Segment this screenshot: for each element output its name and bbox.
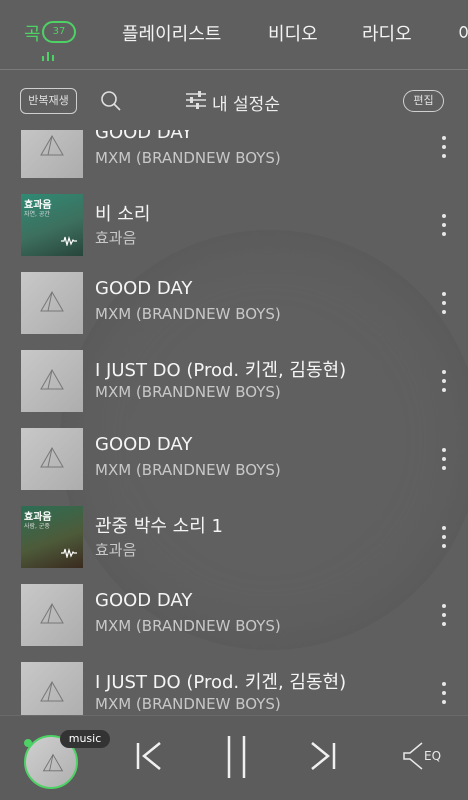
album-art [21,584,83,646]
pyramid-logo-icon [40,447,64,468]
song-artist: MXM (BRANDNEW BOYS) [95,461,281,479]
tab-radio[interactable]: 라디오 [362,20,412,46]
pyramid-logo-icon [40,369,64,390]
song-row[interactable]: GOOD DAY MXM (BRANDNEW BOYS) [0,428,468,506]
song-title: GOOD DAY [95,278,193,299]
album-art [21,272,83,334]
song-artist: 효과음 [95,541,137,559]
song-title: 관중 박수 소리 1 [95,516,223,537]
speaker-icon [403,742,423,770]
song-row[interactable]: GOOD DAY MXM (BRANDNEW BOYS) [0,272,468,350]
more-options-icon[interactable] [440,214,448,236]
pyramid-logo-icon [40,681,64,702]
song-artist: MXM (BRANDNEW BOYS) [95,617,281,635]
album-art [21,350,83,412]
art-subtitle: 자연, 공간 [24,211,50,218]
song-artist: MXM (BRANDNEW BOYS) [95,305,281,323]
more-options-icon[interactable] [440,448,448,470]
pyramid-logo-icon [40,135,64,156]
song-artist: MXM (BRANDNEW BOYS) [95,383,281,401]
tab-song-label: 곡 [24,24,41,45]
more-options-icon[interactable] [440,292,448,314]
pause-button[interactable] [222,736,252,778]
repeat-button[interactable]: 반복재생 [20,88,77,114]
song-row[interactable]: GOOD DAY MXM (BRANDNEW BOYS) [0,584,468,662]
top-tab-bar: 곡 37 플레이리스트 비디오 라디오 이 [0,0,468,70]
playing-dot [24,739,32,747]
sort-order-label[interactable]: 내 설정순 [212,90,280,115]
edit-label: 편집 [413,94,434,107]
pyramid-logo-icon [40,291,64,312]
more-options-icon[interactable] [440,682,448,704]
song-row[interactable]: GOOD DAY MXM (BRANDNEW BOYS) [0,130,468,194]
waveform-icon [61,548,77,558]
equalizer-button[interactable]: EQ [402,741,448,771]
tab-overflow[interactable]: 이 [458,20,468,46]
song-row[interactable]: I JUST DO (Prod. 키겐, 김동현) MXM (BRANDNEW B… [0,350,468,428]
eq-label: EQ [424,749,442,763]
edit-button[interactable]: 편집 [403,90,444,112]
mini-player: music EQ [0,715,468,800]
repeat-label: 반복재생 [28,94,69,107]
album-art: 효과음 사람, 군중 [21,506,83,568]
album-art [21,130,83,178]
song-title: GOOD DAY [95,590,193,611]
tab-song[interactable]: 곡 37 [24,20,76,61]
song-list[interactable]: GOOD DAY MXM (BRANDNEW BOYS) 효과음 자연, 공간 비 소리… [0,130,468,715]
song-title: I JUST DO (Prod. 키겐, 김동현) [95,672,347,693]
playing-indicator-icon [42,52,56,61]
song-title: GOOD DAY [95,434,193,455]
previous-track-button[interactable] [134,741,164,771]
song-title: 비 소리 [95,204,151,225]
more-options-icon[interactable] [440,136,448,158]
song-title: I JUST DO (Prod. 키겐, 김동현) [95,360,347,381]
song-row[interactable]: I JUST DO (Prod. 키겐, 김동현) MXM (BRANDNEW B… [0,662,468,715]
tab-video[interactable]: 비디오 [268,20,318,46]
search-icon[interactable] [100,90,122,112]
song-row[interactable]: 효과음 자연, 공간 비 소리효과음 [0,194,468,272]
album-art [21,428,83,490]
song-row[interactable]: 효과음 사람, 군중 관중 박수 소리 1 효과음 [0,506,468,584]
album-art: 효과음 자연, 공간 [21,194,83,256]
more-options-icon[interactable] [440,526,448,548]
more-options-icon[interactable] [440,604,448,626]
list-toolbar: 반복재생 내 설정순 편집 [0,70,468,130]
song-artist: MXM (BRANDNEW BOYS) [95,149,281,167]
song-artist: 효과음 [95,229,137,247]
tab-playlist[interactable]: 플레이리스트 [122,20,221,46]
sort-settings-icon[interactable] [186,91,206,109]
song-artist: MXM (BRANDNEW BOYS) [95,695,281,713]
music-tag: music [60,730,110,748]
art-subtitle: 사람, 군중 [24,523,50,530]
song-count-badge: 37 [42,21,76,43]
next-track-button[interactable] [308,741,338,771]
album-art [21,662,83,715]
waveform-icon [61,236,77,246]
more-options-icon[interactable] [440,370,448,392]
pyramid-logo-icon [40,603,64,624]
song-title: GOOD DAY [95,130,193,143]
